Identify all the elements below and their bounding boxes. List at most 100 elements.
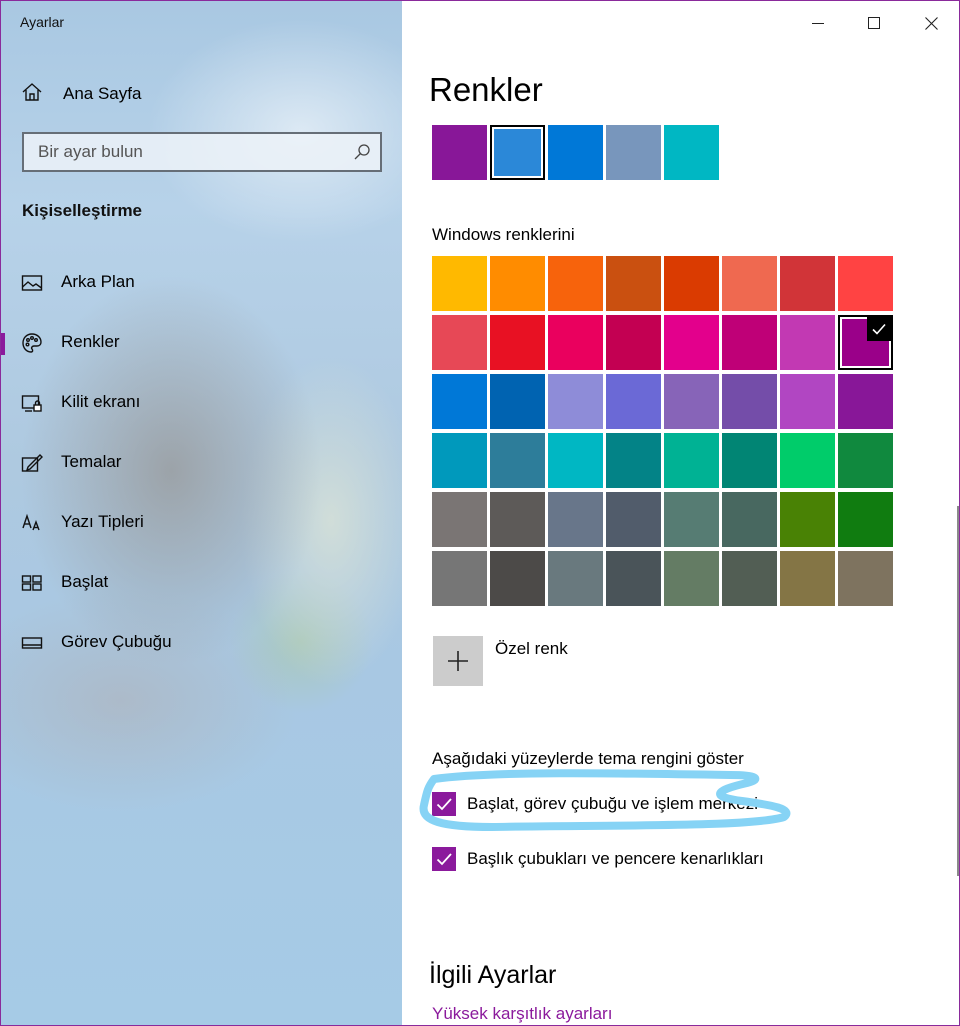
recent-color-swatch[interactable] bbox=[548, 125, 603, 180]
color-swatch[interactable] bbox=[722, 551, 777, 606]
fonts-icon bbox=[21, 512, 43, 534]
home-label: Ana Sayfa bbox=[63, 84, 142, 103]
color-swatch[interactable] bbox=[780, 315, 835, 370]
color-swatch[interactable] bbox=[722, 315, 777, 370]
sidebar-item-fonts[interactable]: Yazı Tipleri bbox=[1, 499, 401, 547]
color-swatch[interactable] bbox=[432, 315, 487, 370]
color-swatch[interactable] bbox=[490, 315, 545, 370]
windows-colors-label: Windows renklerini bbox=[432, 225, 575, 244]
recent-color-swatch[interactable] bbox=[490, 125, 545, 180]
checkmark-icon bbox=[436, 853, 452, 866]
color-swatch[interactable] bbox=[664, 492, 719, 547]
color-swatch[interactable] bbox=[490, 433, 545, 488]
custom-color-label: Özel renk bbox=[495, 639, 568, 658]
surfaces-title: Aşağıdaki yüzeylerde tema rengini göster bbox=[432, 749, 744, 768]
color-swatch[interactable] bbox=[548, 492, 603, 547]
lock-screen-icon bbox=[21, 392, 43, 414]
window-title: Ayarlar bbox=[20, 14, 65, 30]
color-swatch[interactable] bbox=[606, 551, 661, 606]
checkbox[interactable] bbox=[432, 792, 456, 816]
color-swatch[interactable] bbox=[664, 433, 719, 488]
color-swatch[interactable] bbox=[664, 551, 719, 606]
color-swatch[interactable] bbox=[780, 433, 835, 488]
sidebar-item-label: Başlat bbox=[61, 572, 109, 591]
color-swatch[interactable] bbox=[664, 256, 719, 311]
color-swatch[interactable] bbox=[780, 492, 835, 547]
page-title: Renkler bbox=[429, 71, 543, 108]
content-pane: Renkler Windows renklerini Özel renk Aşa… bbox=[402, 1, 959, 1025]
sidebar-item-start[interactable]: Başlat bbox=[1, 559, 401, 607]
sidebar-item-colors[interactable]: Renkler bbox=[1, 319, 401, 367]
color-swatch[interactable] bbox=[548, 315, 603, 370]
home-link[interactable]: Ana Sayfa bbox=[21, 81, 141, 107]
color-swatch[interactable] bbox=[838, 433, 893, 488]
sidebar-item-label: Renkler bbox=[61, 332, 120, 351]
palette-icon bbox=[21, 332, 43, 354]
color-swatch[interactable] bbox=[722, 492, 777, 547]
sidebar-item-lock-screen[interactable]: Kilit ekranı bbox=[1, 379, 401, 427]
checkbox-label: Başlık çubukları ve pencere kenarlıkları bbox=[467, 849, 764, 868]
color-swatch[interactable] bbox=[432, 492, 487, 547]
checkbox-label: Başlat, görev çubuğu ve işlem merkezi bbox=[467, 794, 759, 813]
recent-color-swatch[interactable] bbox=[606, 125, 661, 180]
color-swatch[interactable] bbox=[780, 551, 835, 606]
color-swatch[interactable] bbox=[664, 315, 719, 370]
color-swatch[interactable] bbox=[548, 256, 603, 311]
checkbox[interactable] bbox=[432, 847, 456, 871]
checkbox-title-bars[interactable]: Başlık çubukları ve pencere kenarlıkları bbox=[432, 847, 764, 871]
color-swatch[interactable] bbox=[722, 433, 777, 488]
custom-color-button[interactable] bbox=[433, 636, 483, 686]
section-title: Kişiselleştirme bbox=[22, 201, 143, 220]
color-swatch[interactable] bbox=[548, 551, 603, 606]
color-swatch[interactable] bbox=[432, 551, 487, 606]
recent-color-swatch[interactable] bbox=[432, 125, 487, 180]
search-input[interactable] bbox=[24, 134, 324, 170]
close-button[interactable] bbox=[917, 9, 945, 37]
search-box[interactable] bbox=[22, 132, 382, 172]
home-icon bbox=[21, 81, 43, 108]
color-swatch[interactable] bbox=[432, 433, 487, 488]
color-swatch[interactable] bbox=[780, 374, 835, 429]
color-swatch[interactable] bbox=[722, 374, 777, 429]
high-contrast-link[interactable]: Yüksek karşıtlık ayarları bbox=[432, 1004, 612, 1024]
color-swatch[interactable] bbox=[606, 374, 661, 429]
sidebar-item-label: Yazı Tipleri bbox=[61, 512, 144, 531]
search-icon[interactable] bbox=[353, 143, 371, 161]
sidebar-item-label: Arka Plan bbox=[61, 272, 135, 291]
color-swatch[interactable] bbox=[606, 433, 661, 488]
color-swatch[interactable] bbox=[606, 492, 661, 547]
maximize-button[interactable] bbox=[860, 9, 888, 37]
color-swatch[interactable] bbox=[838, 551, 893, 606]
color-swatch[interactable] bbox=[490, 492, 545, 547]
start-icon bbox=[21, 572, 43, 594]
sidebar-item-background[interactable]: Arka Plan bbox=[1, 259, 401, 307]
recent-color-swatch[interactable] bbox=[664, 125, 719, 180]
color-swatch[interactable] bbox=[490, 374, 545, 429]
sidebar-item-themes[interactable]: Temalar bbox=[1, 439, 401, 487]
checkmark-icon bbox=[436, 798, 452, 811]
color-swatch[interactable] bbox=[432, 256, 487, 311]
checkbox-start-taskbar[interactable]: Başlat, görev çubuğu ve işlem merkezi bbox=[432, 792, 758, 816]
color-swatch[interactable] bbox=[490, 256, 545, 311]
color-swatch[interactable] bbox=[722, 256, 777, 311]
color-swatch[interactable] bbox=[780, 256, 835, 311]
color-swatch[interactable] bbox=[606, 256, 661, 311]
color-swatch[interactable] bbox=[432, 374, 487, 429]
minimize-button[interactable] bbox=[804, 9, 832, 37]
sidebar-item-label: Kilit ekranı bbox=[61, 392, 141, 411]
settings-window: Ayarlar Ana Sayfa Kişiselleştirme bbox=[0, 0, 960, 1026]
color-swatch[interactable] bbox=[548, 433, 603, 488]
color-swatch[interactable] bbox=[664, 374, 719, 429]
color-swatch[interactable] bbox=[490, 551, 545, 606]
color-swatch[interactable] bbox=[548, 374, 603, 429]
related-settings-title: İlgili Ayarlar bbox=[429, 961, 557, 989]
color-swatch[interactable] bbox=[838, 256, 893, 311]
color-swatch[interactable] bbox=[838, 374, 893, 429]
color-swatch[interactable] bbox=[606, 315, 661, 370]
sidebar-item-taskbar[interactable]: Görev Çubuğu bbox=[1, 619, 401, 667]
color-swatch[interactable] bbox=[838, 315, 893, 370]
maximize-icon bbox=[868, 17, 880, 29]
color-swatch[interactable] bbox=[838, 492, 893, 547]
sidebar-item-label: Temalar bbox=[61, 452, 122, 471]
close-icon bbox=[924, 16, 938, 30]
